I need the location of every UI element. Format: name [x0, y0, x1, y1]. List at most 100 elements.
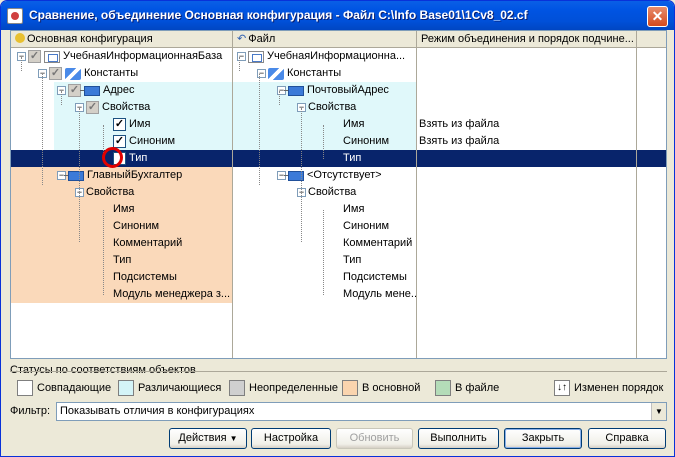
dropdown-arrow-icon[interactable]: ▼ — [651, 403, 666, 420]
tree-row[interactable]: − ✓ Адрес − ПочтовыйАдрес — [11, 82, 666, 99]
node-label: Подсистемы — [343, 271, 407, 283]
close-button[interactable]: Закрыть — [504, 428, 582, 449]
column-file-label: Файл — [248, 33, 276, 45]
swatch — [342, 380, 358, 396]
help-button[interactable]: Справка — [588, 428, 666, 449]
node: Имя — [113, 201, 134, 218]
node: Тип — [343, 252, 361, 269]
node: ✓ Синоним — [113, 133, 175, 150]
node-label: Свойства — [308, 101, 357, 113]
row-file-cell: − УчебнаяИнформационна... — [233, 48, 417, 65]
row-file-cell: Подсистемы — [233, 269, 417, 286]
node-label: Свойства — [308, 186, 357, 198]
node: − Свойства — [75, 184, 134, 201]
row-file-cell: Тип — [233, 150, 417, 167]
legend-item-diff: Различающиеся — [118, 378, 221, 398]
tree-row[interactable]: Подсистемы Подсистемы — [11, 269, 666, 286]
tree-row[interactable]: − ✓ УчебнаяИнформационнаяБаза − УчебнаяИ… — [11, 48, 666, 65]
checkbox[interactable]: ✓ — [113, 118, 126, 131]
comparison-tree[interactable]: Основная конфигурация ↶ Файл Режим объеди… — [10, 30, 667, 359]
tree-line — [259, 74, 260, 185]
row-main-cell: − ✓ Константы — [11, 65, 233, 82]
node-label: Имя — [113, 203, 135, 215]
checkbox[interactable]: ✓ — [28, 50, 41, 63]
node: Имя — [343, 201, 364, 218]
compare-merge-window: Сравнение, объединение Основная конфигур… — [0, 0, 675, 457]
node-label: УчебнаяИнформационнаяБаза — [63, 50, 223, 62]
column-main-label: Основная конфигурация — [27, 33, 153, 45]
node-label: Модуль менеджера з... — [113, 288, 231, 300]
constant-icon — [284, 85, 304, 96]
tree-row[interactable]: ✓ Имя Имя Взять из файла — [11, 116, 666, 133]
node-label: ГлавныйБухгалтер — [87, 169, 183, 181]
execute-button[interactable]: Выполнить — [418, 428, 499, 449]
highlight-circle — [102, 147, 123, 168]
node-label: ПочтовыйАдрес — [307, 84, 389, 96]
node-label: <Отсутствует> — [307, 169, 382, 181]
row-file-cell: Имя — [233, 201, 417, 218]
row-main-cell: − ГлавныйБухгалтер — [11, 167, 233, 184]
settings-button[interactable]: Настройка — [251, 428, 331, 449]
tree-line — [42, 74, 43, 185]
tree-line — [21, 57, 22, 71]
row-file-cell: − Свойства — [233, 99, 417, 116]
tree-row[interactable]: Комментарий Комментарий — [11, 235, 666, 252]
row-file-cell: − <Отсутствует> — [233, 167, 417, 184]
node: Синоним — [343, 133, 389, 150]
row-mode-cell[interactable]: Взять из файла — [417, 133, 637, 150]
status-legend-label: Статусы по соответствиям объектов — [10, 364, 196, 376]
checkbox[interactable]: ✓ — [86, 101, 99, 114]
row-file-cell: Синоним — [233, 133, 417, 150]
row-main-cell: ✓ Синоним — [11, 133, 233, 150]
node: − ✓ Адрес — [57, 82, 135, 99]
tree-row[interactable]: Синоним Синоним — [11, 218, 666, 235]
file-arrow-icon: ↶ — [237, 33, 247, 45]
node: Синоним — [343, 218, 389, 235]
collapse-icon[interactable]: − — [57, 171, 66, 180]
row-file-cell: Комментарий — [233, 235, 417, 252]
actions-button[interactable]: Действия ▼ — [169, 428, 247, 449]
node-label: Имя — [343, 118, 365, 130]
node: − <Отсутствует> — [277, 167, 382, 184]
row-file-cell: − Константы — [233, 65, 417, 82]
column-header-mode[interactable]: Режим объединения и порядок подчине... — [417, 31, 637, 48]
node: Имя — [343, 116, 364, 133]
row-main-cell: Подсистемы — [11, 269, 233, 286]
swatch — [435, 380, 451, 396]
title-bar: Сравнение, объединение Основная конфигур… — [1, 1, 674, 30]
collapse-icon[interactable]: − — [277, 171, 286, 180]
tree-row[interactable]: Тип Тип — [11, 252, 666, 269]
row-mode-cell[interactable]: Взять из файла — [417, 116, 637, 133]
tree-row[interactable]: − ✓ Свойства − Свойства — [11, 99, 666, 116]
tree-row[interactable]: − ✓ Константы − Константы — [11, 65, 666, 82]
filter-select[interactable]: Показывать отличия в конфигурациях ▼ — [56, 402, 667, 421]
divider — [10, 371, 667, 372]
node-label: Синоним — [113, 220, 160, 232]
tree-row[interactable]: Имя Имя — [11, 201, 666, 218]
row-main-cell: Комментарий — [11, 235, 233, 252]
checkbox[interactable]: ✓ — [113, 135, 126, 148]
row-main-cell: Имя — [11, 201, 233, 218]
column-header-file[interactable]: ↶ Файл — [233, 31, 417, 48]
node-label: Тип — [129, 152, 148, 164]
legend-item-order: ↓↑ Изменен порядок — [554, 378, 663, 398]
legend-item-match: Совпадающие — [17, 378, 111, 398]
tree-row[interactable]: − ГлавныйБухгалтер − <Отсутствует> — [11, 167, 666, 184]
tree-row[interactable]: Модуль менеджера з... Модуль мене... — [11, 286, 666, 303]
row-main-cell: − ✓ УчебнаяИнформационнаяБаза — [11, 48, 233, 65]
infobase-icon — [44, 50, 60, 63]
checkbox[interactable]: ✓ — [68, 84, 81, 97]
close-window-button[interactable]: ✕ — [647, 6, 668, 27]
tree-row[interactable]: − Свойства − Свойства — [11, 184, 666, 201]
node: − Свойства — [297, 184, 356, 201]
tree-line — [61, 91, 62, 105]
node: − Константы — [257, 65, 341, 82]
node-label: УчебнаяИнформационна... — [267, 50, 406, 62]
refresh-button[interactable]: Обновить — [336, 428, 413, 449]
checkbox[interactable]: ✓ — [49, 67, 62, 80]
node-label: Синоним — [129, 135, 176, 147]
swatch — [229, 380, 245, 396]
column-header-main[interactable]: Основная конфигурация — [11, 31, 233, 48]
column-header-empty — [637, 31, 666, 48]
node-label: Имя — [343, 203, 365, 215]
